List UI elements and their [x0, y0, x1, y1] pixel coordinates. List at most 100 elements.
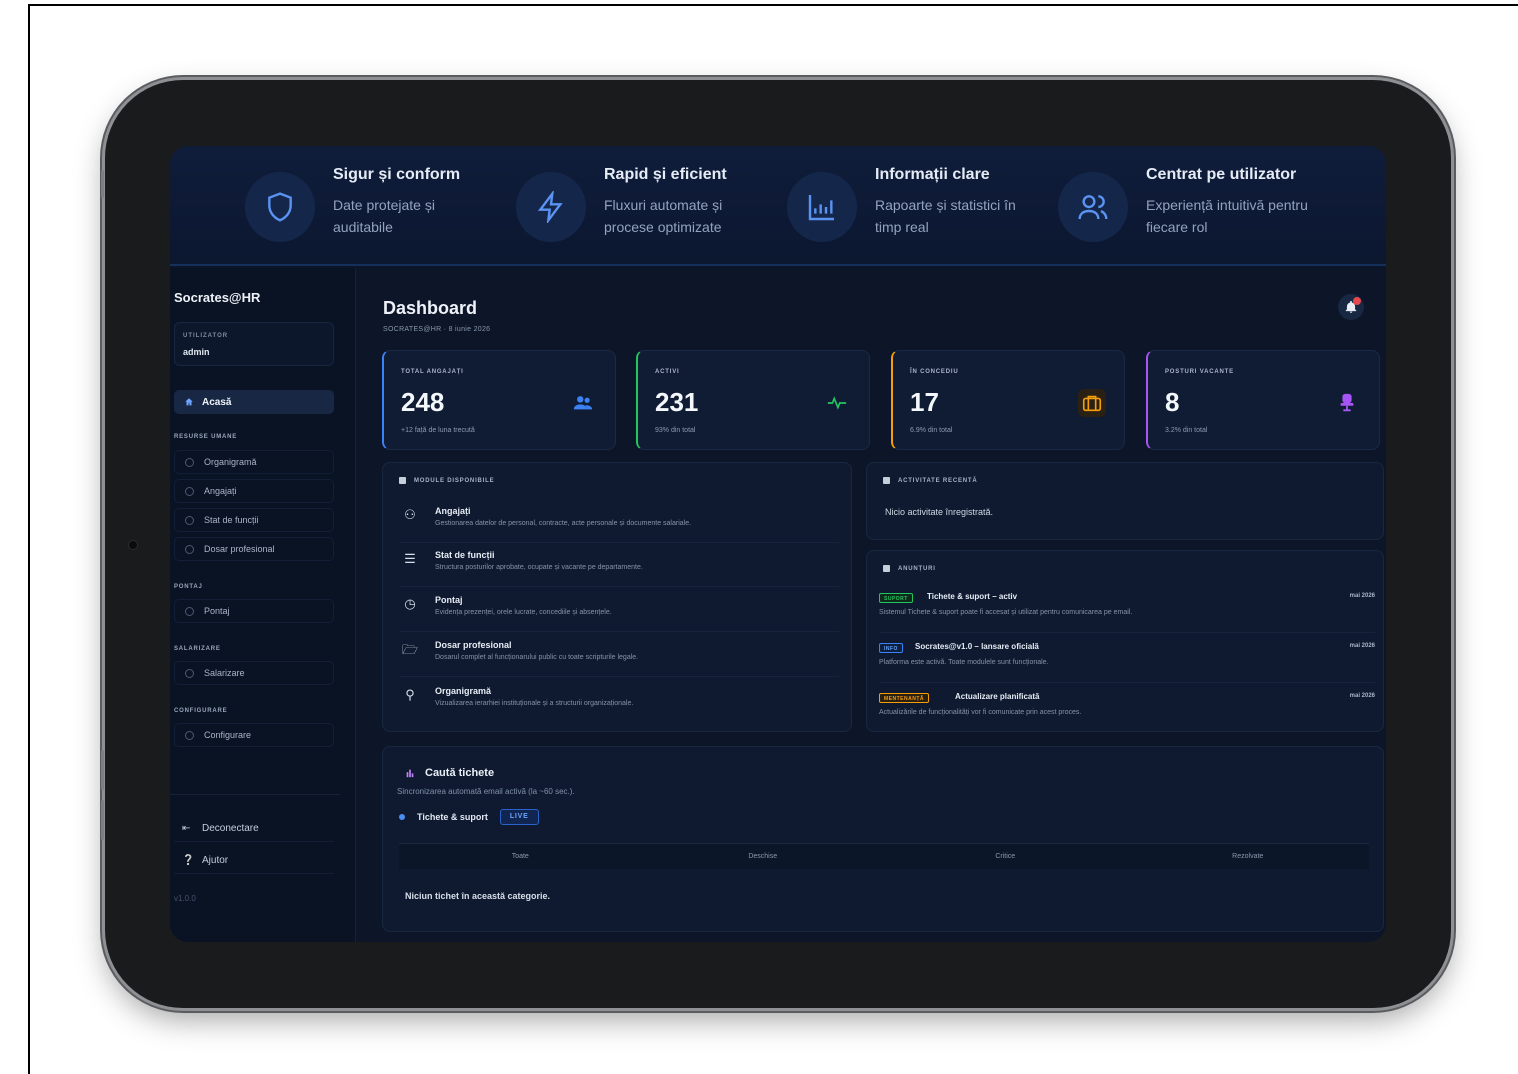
stat-label: ÎN CONCEDIU [910, 369, 959, 375]
tab-all[interactable]: Toate [399, 844, 642, 869]
chair-icon [1333, 389, 1361, 417]
user-box: UTILIZATOR admin [174, 322, 334, 366]
panel-heading-text: MODULE DISPONIBILE [414, 477, 495, 484]
tab-critical[interactable]: Critice [884, 844, 1127, 869]
module-item[interactable]: ⚇ Angajați Gestionarea datelor de person… [399, 503, 839, 543]
module-item[interactable]: ◷ Pontaj Evidența prezenței, orele lucra… [399, 592, 839, 632]
stat-note: 6.9% din total [910, 427, 953, 434]
sidebar-item-dosar-profesional[interactable]: Dosar profesional [174, 537, 334, 561]
lightning-icon [516, 172, 586, 242]
stat-card-vacancies[interactable]: POSTURI VACANTE 8 3.2% din total [1146, 350, 1380, 450]
sidebar-item-angajati[interactable]: Angajați [174, 479, 334, 503]
tab-resolved[interactable]: Rezolvate [1127, 844, 1370, 869]
sidebar-item-label: Organigramă [204, 457, 257, 467]
announcement-item[interactable]: MENTENANȚĂ Actualizare planificată mai 2… [879, 689, 1375, 733]
panel-heading: MODULE DISPONIBILE [399, 477, 494, 484]
module-desc: Evidența prezenței, orele lucrate, conce… [435, 609, 612, 616]
panel-heading-text: ACTIVITATE RECENTĂ [898, 477, 978, 484]
sidebar-item-pontaj[interactable]: Pontaj [174, 599, 334, 623]
tickets-tabs: Toate Deschise Critice Rezolvate [399, 843, 1369, 869]
stat-value: 231 [655, 387, 699, 417]
circle-icon [185, 544, 194, 554]
module-title: Pontaj [435, 595, 463, 605]
feature-title: Rapid și eficient [604, 166, 727, 183]
announcement-item[interactable]: SUPORT Tichete & suport – activ mai 2026… [879, 589, 1375, 633]
circle-icon [185, 730, 194, 740]
sidebar-item-label: Acasă [202, 396, 232, 408]
stat-card-active[interactable]: ACTIVI 231 93% din total [636, 350, 870, 450]
tickets-title-text: Caută tichete [425, 767, 495, 779]
shield-icon [245, 172, 315, 242]
org-chart-icon: ⚲ [405, 687, 415, 702]
circle-icon [185, 486, 194, 496]
sidebar-item-label: Dosar profesional [204, 544, 275, 554]
user-label: UTILIZATOR [183, 333, 229, 339]
feature-desc: Experiență intuitivă pentru fiecare rol [1146, 197, 1308, 235]
stat-value: 248 [401, 387, 445, 417]
module-item[interactable]: ⚲ Organigramă Vizualizarea ierarhiei ins… [399, 683, 839, 723]
live-badge: LIVE [499, 809, 539, 825]
logout-button[interactable]: ⇤ Deconectare [174, 816, 334, 842]
announcement-desc: Actualizările de funcționalități vor fi … [879, 709, 1082, 716]
announcement-date: mai 2026 [1349, 643, 1375, 649]
sidebar-item-label: Stat de funcții [204, 515, 259, 525]
sidebar-item-configurare[interactable]: Configurare [174, 723, 334, 747]
panel-heading: ANUNȚURI [883, 565, 936, 572]
feature-desc: Fluxuri automate și procese optimizate [604, 197, 723, 235]
module-item[interactable]: ☰ Stat de funcții Structura posturilor a… [399, 547, 839, 587]
tablet-side-button [101, 750, 104, 790]
stat-note: +12 față de luna trecută [401, 427, 475, 434]
sidebar-item-home[interactable]: Acasă [174, 390, 334, 414]
sidebar-section-title: SALARIZARE [174, 646, 221, 652]
help-button[interactable]: ❔ Ajutor [174, 848, 334, 874]
logout-label: Deconectare [202, 823, 259, 834]
module-desc: Gestionarea datelor de personal, contrac… [435, 520, 692, 527]
sidebar-item-stat-functii[interactable]: Stat de funcții [174, 508, 334, 532]
users-icon [1058, 172, 1128, 242]
announcement-title: Actualizare planificată [955, 692, 1040, 701]
bar-chart-icon [787, 172, 857, 242]
announcement-tag: INFO [879, 643, 903, 653]
module-desc: Structura posturilor aprobate, ocupate ș… [435, 564, 643, 571]
activity-icon [823, 389, 851, 417]
announcement-title: Socrates@v1.0 – lansare oficială [915, 642, 1039, 651]
tablet-side-button [101, 170, 104, 198]
sidebar-item-salarizare[interactable]: Salarizare [174, 661, 334, 685]
sidebar-item-label: Configurare [204, 730, 252, 740]
tab-open[interactable]: Deschise [642, 844, 885, 869]
stat-card-leave[interactable]: ÎN CONCEDIU 17 6.9% din total [891, 350, 1125, 450]
briefcase-icon [1078, 389, 1106, 417]
sidebar-item-organigrama[interactable]: Organigramă [174, 450, 334, 474]
tickets-panel: Caută tichete Sincronizarea automată ema… [382, 746, 1384, 932]
tablet-camera [128, 540, 138, 550]
tickets-source[interactable]: Tichete & suport LIVE [399, 809, 539, 825]
tickets-source-label: Tichete & suport [417, 812, 488, 822]
feature-title: Informații clare [875, 166, 990, 183]
stat-label: POSTURI VACANTE [1165, 369, 1234, 375]
announcement-tag: SUPORT [879, 593, 913, 603]
stat-card-total[interactable]: TOTAL ANGAJAȚI 248 +12 față de luna trec… [382, 350, 616, 450]
help-label: Ajutor [202, 855, 229, 866]
page-subtitle: SOCRATES@HR · 8 iunie 2026 [383, 326, 491, 333]
module-desc: Dosarul complet al funcționarului public… [435, 654, 639, 661]
ticket-icon [406, 769, 414, 778]
home-icon [185, 398, 193, 406]
module-desc: Vizualizarea ierarhiei instituționale și… [435, 700, 634, 707]
tickets-empty-message: Niciun tichet în această categorie. [405, 891, 551, 901]
module-title: Angajați [435, 506, 471, 516]
page-title: Dashboard [383, 298, 478, 318]
clock-icon: ◷ [404, 596, 416, 611]
stat-value: 17 [910, 387, 939, 417]
notifications-button[interactable] [1338, 294, 1364, 320]
help-icon: ❔ [182, 855, 195, 866]
module-title: Dosar profesional [435, 640, 512, 650]
announcement-item[interactable]: INFO Socrates@v1.0 – lansare oficială ma… [879, 639, 1375, 683]
module-title: Organigramă [435, 686, 492, 696]
grid-icon [399, 477, 406, 484]
tablet-side-button [101, 800, 104, 840]
circle-icon [185, 668, 194, 678]
users-icon [569, 389, 597, 417]
announcement-title: Tichete & suport – activ [927, 592, 1018, 601]
module-item[interactable]: 🗁 Dosar profesional Dosarul complet al f… [399, 637, 839, 677]
feature-title: Sigur și conform [333, 166, 461, 183]
